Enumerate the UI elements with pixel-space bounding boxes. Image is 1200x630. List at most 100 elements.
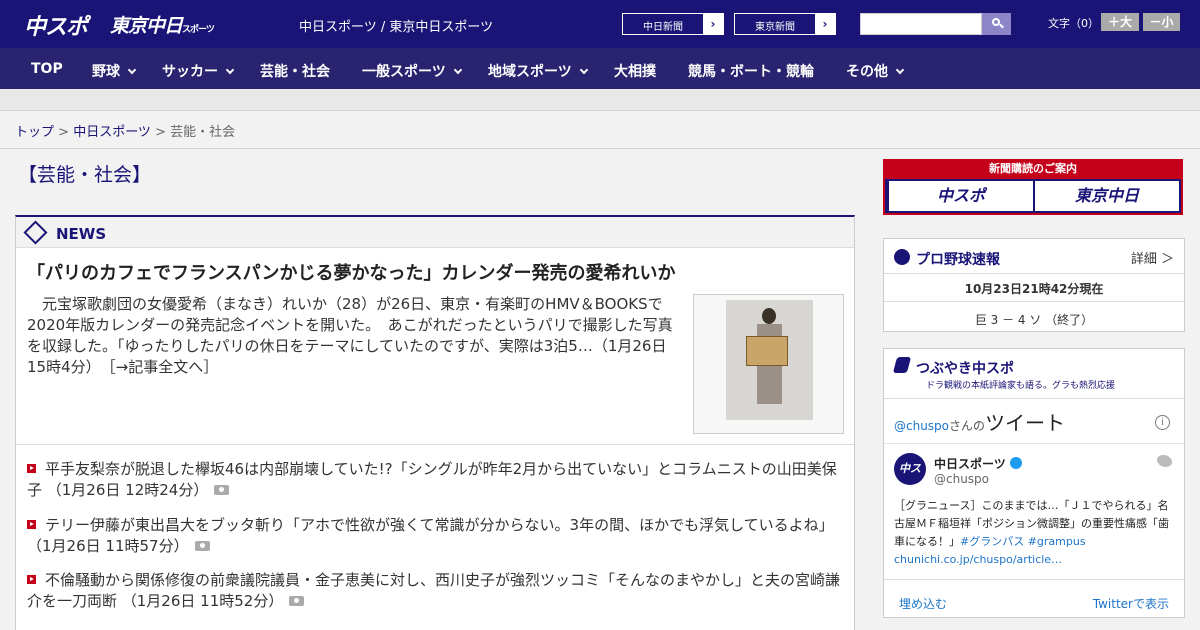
news-icon <box>23 220 48 245</box>
news-label: NEWS <box>56 225 107 243</box>
breadcrumb-top[interactable]: トップ <box>15 125 54 140</box>
photo-image <box>726 300 813 420</box>
lead-article-title[interactable]: 「パリのカフェでフランスパンかじる夢かなった」カレンダー発売の愛希れいか <box>27 259 676 285</box>
pill-label: 中日新聞 <box>643 22 683 33</box>
panel-title: プロ野球速報 <box>916 252 1000 268</box>
lead-article-summary: 元宝塚歌劇団の女優愛希（まなき）れいか（28）が26日、東京・有楽町のHMV＆B… <box>27 294 683 378</box>
subscription-banner-title: 新聞購読のご案内 <box>885 159 1181 179</box>
chevron-right-icon: › <box>815 14 835 34</box>
nav-sumo[interactable]: 大相撲 <box>614 61 656 81</box>
top-bar: 中スポ 東京中日スポーツ 中日スポーツ / 東京中日スポーツ 中日新聞 › 東京… <box>0 0 1200 48</box>
nav-other[interactable]: その他 <box>846 61 905 81</box>
news-section: NEWS 「パリのカフェでフランスパンかじる夢かなった」カレンダー発売の愛希れい… <box>15 215 855 630</box>
nav-soccer[interactable]: サッカー <box>162 61 235 81</box>
nav-label: 大相撲 <box>614 64 656 80</box>
score-row[interactable]: 巨 3 － 4 ソ （終了） <box>884 301 1184 333</box>
photo-figure-head <box>762 308 776 324</box>
breadcrumb-chunichi-sports[interactable]: 中日スポーツ <box>73 125 151 140</box>
pill-label: 東京新聞 <box>755 22 795 33</box>
divider <box>884 443 1184 444</box>
verified-icon <box>1009 457 1022 469</box>
tweet-hashtags[interactable]: #グランパス #grampus <box>960 535 1086 548</box>
divider <box>16 444 854 445</box>
chevron-down-icon <box>895 65 905 75</box>
timeline-handle-link[interactable]: @chuspo <box>894 419 949 433</box>
breadcrumb: トップ > 中日スポーツ > 芸能・社会 <box>0 112 1200 149</box>
tokyo-chunichi-logo-small: スポーツ <box>182 25 215 35</box>
tweet-author-handle[interactable]: @chuspo <box>934 472 989 486</box>
search-button[interactable] <box>982 13 1011 35</box>
nav-label: 一般スポーツ <box>362 64 446 80</box>
search-icon-handle <box>999 23 1004 29</box>
tokyo-chunichi-logo[interactable]: 東京中日スポーツ <box>110 11 215 41</box>
play-bullet-icon <box>27 464 36 473</box>
chuspo-logo[interactable]: 中スポ <box>24 9 88 40</box>
twitter-bird-icon[interactable] <box>1157 455 1172 467</box>
tokyo-chunichi-subscribe-button[interactable]: 東京中日 <box>1035 181 1179 211</box>
subscription-banner[interactable]: 新聞購読のご案内 中スポ 東京中日 <box>883 159 1183 215</box>
chuspo-subscribe-button[interactable]: 中スポ <box>889 181 1033 211</box>
timeline-heading-san: さんの <box>949 419 986 433</box>
tokyo-shimbun-link[interactable]: 東京新聞 › <box>734 13 836 35</box>
play-bullet-icon <box>27 575 36 584</box>
nav-local-sports[interactable]: 地域スポーツ <box>488 61 588 81</box>
nav-label: その他 <box>846 64 888 80</box>
font-size-label: 文字（0） <box>1048 17 1099 30</box>
nav-label: 野球 <box>92 64 120 80</box>
tweet-author-name-text: 中日スポーツ <box>934 457 1006 471</box>
view-on-twitter-link[interactable]: Twitterで表示 <box>1093 595 1169 612</box>
lead-article-photo[interactable] <box>693 294 844 434</box>
camera-icon <box>214 485 230 495</box>
avatar[interactable]: 中スポ <box>894 453 926 507</box>
chevron-down-icon <box>579 65 588 75</box>
baseball-detail-link[interactable]: 詳細 ＞ <box>1131 248 1174 267</box>
nav-label: 芸能・社会 <box>260 64 330 80</box>
info-icon[interactable]: i <box>1155 415 1170 430</box>
list-item[interactable]: 不倫騒動から関係修復の前衆議院議員・金子恵美に対し、西川史子が強烈ツッコミ「そん… <box>27 570 845 612</box>
tweet-author-name[interactable]: 中日スポーツ <box>934 455 1022 472</box>
search-input[interactable] <box>860 13 982 35</box>
page-title: 【芸能・社会】 <box>18 164 152 186</box>
nav-label: TOP <box>31 61 63 77</box>
breadcrumb-current: 芸能・社会 <box>170 125 236 140</box>
nav-label: 地域スポーツ <box>488 64 572 80</box>
tweet-url[interactable]: chunichi.co.jp/chuspo/article… <box>894 553 1062 566</box>
twitter-timeline: @chuspoさんのツイート i 中スポ 中日スポーツ @chuspo ［グラニ… <box>884 398 1184 619</box>
panel-header: プロ野球速報 詳細 ＞ <box>884 239 1184 274</box>
twitter-panel: つぶやき中スポ ドラ観戦の本紙評論家も語る。グラも熱烈応援 @chuspoさんの… <box>883 348 1185 618</box>
list-item[interactable]: 平手友梨奈が脱退した欅坂46は内部崩壊していた!?「シングルが昨年2月から出てい… <box>27 459 845 501</box>
play-bullet-icon <box>27 520 36 529</box>
site-name-link[interactable]: 中日スポーツ / 東京中日スポーツ <box>299 16 493 35</box>
megaphone-icon <box>892 357 912 373</box>
timeline-footer: 埋め込む Twitterで表示 <box>884 579 1184 620</box>
font-larger-button[interactable]: ＋大 <box>1101 13 1139 31</box>
panel-subtitle: ドラ観戦の本紙評論家も語る。グラも熱烈応援 <box>926 381 1116 391</box>
photo-calendar <box>746 336 788 366</box>
score-timestamp: 10月23日21時42分現在 <box>964 282 1104 296</box>
chevron-down-icon <box>127 65 137 75</box>
ad-band <box>0 89 1200 111</box>
nav-racing[interactable]: 競馬・ボート・競輪 <box>688 61 814 81</box>
tokyo-chunichi-logo-text: 東京中日 <box>110 15 183 37</box>
read-more-link[interactable]: ［→記事全文へ］ <box>108 358 218 376</box>
nav-baseball[interactable]: 野球 <box>92 61 137 81</box>
main-nav: TOP 野球 サッカー 芸能・社会 一般スポーツ 地域スポーツ 大相撲 競馬・ボ… <box>0 48 1200 89</box>
nav-general-sports[interactable]: 一般スポーツ <box>362 61 462 81</box>
nav-label: 競馬・ボート・競輪 <box>688 64 814 80</box>
font-smaller-button[interactable]: －小 <box>1143 13 1180 31</box>
breadcrumb-separator: > <box>150 125 171 140</box>
embed-link[interactable]: 埋め込む <box>899 595 947 612</box>
list-item-text: 不倫騒動から関係修復の前衆議院議員・金子恵美に対し、西川史子が強烈ツッコミ「そん… <box>27 571 841 610</box>
chevron-down-icon <box>453 65 462 75</box>
list-item-text: テリー伊藤が東出昌大をブッタ斬り「アホで性欲が強くて常識が分からない。3年の間、… <box>27 516 834 555</box>
panel-title: つぶやき中スポ <box>916 361 1014 377</box>
camera-icon <box>289 596 305 606</box>
nav-top[interactable]: TOP <box>31 61 63 77</box>
timeline-heading: @chuspoさんのツイート <box>894 407 1065 436</box>
nav-label: サッカー <box>162 64 218 80</box>
list-item-text: 平手友梨奈が脱退した欅坂46は内部崩壊していた!?「シングルが昨年2月から出てい… <box>27 460 837 499</box>
nav-entertainment[interactable]: 芸能・社会 <box>260 61 330 81</box>
timeline-heading-word: ツイート <box>985 411 1066 435</box>
list-item[interactable]: テリー伊藤が東出昌大をブッタ斬り「アホで性欲が強くて常識が分からない。3年の間、… <box>27 515 845 557</box>
chunichi-shimbun-link[interactable]: 中日新聞 › <box>622 13 724 35</box>
